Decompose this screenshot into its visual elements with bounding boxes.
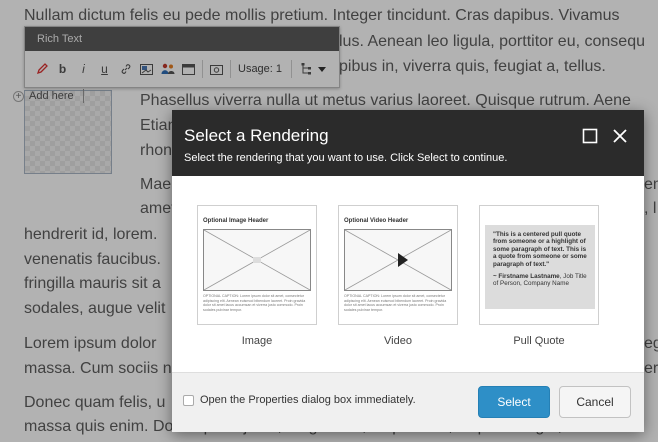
dialog-subtitle: Select the rendering that you want to us… [184,152,508,164]
pull-quote-author: ~ Firstname Lastname, Job Title of Perso… [493,273,587,288]
rendering-pull-quote[interactable]: "This is a centered pull quote from some… [479,205,599,347]
open-properties-checkbox[interactable] [183,394,194,406]
thumbnail-header: Optional Image Header [203,218,269,224]
video-placeholder-icon [344,229,452,291]
dialog-header: Select a Rendering Select the rendering … [172,110,644,176]
open-properties-option[interactable]: Open the Properties dialog box immediate… [183,394,416,406]
select-button[interactable]: Select [478,386,550,418]
pull-quote-text: "This is a centered pull quote from some… [493,231,587,268]
rendering-thumbnail: Optional Video Header OPTIONAL CAPTION: … [338,205,458,325]
dialog-footer: Open the Properties dialog box immediate… [172,372,644,432]
close-icon[interactable] [612,128,628,144]
rendering-thumbnail: Optional Image Header OPTIONAL CAPTION: … [197,205,317,325]
rendering-thumbnail: "This is a centered pull quote from some… [479,205,599,325]
rendering-image[interactable]: Optional Image Header OPTIONAL CAPTION: … [197,205,317,347]
open-properties-label: Open the Properties dialog box immediate… [200,394,416,406]
cancel-button[interactable]: Cancel [559,386,631,418]
maximize-icon[interactable] [582,128,598,144]
image-placeholder-icon [203,229,311,291]
rendering-label: Pull Quote [513,335,565,347]
pull-quote-preview: "This is a centered pull quote from some… [485,225,595,309]
rendering-label: Image [241,335,273,347]
thumbnail-caption: OPTIONAL CAPTION: Lorem ipsum dolor sit … [203,294,306,312]
thumbnail-caption: OPTIONAL CAPTION: Lorem ipsum dolor sit … [344,294,447,312]
dialog-title: Select a Rendering [184,126,329,145]
rendering-label: Video [384,335,412,347]
select-rendering-dialog: Select a Rendering Select the rendering … [172,110,644,432]
thumbnail-header: Optional Video Header [344,218,409,224]
rendering-video[interactable]: Optional Video Header OPTIONAL CAPTION: … [338,205,458,347]
